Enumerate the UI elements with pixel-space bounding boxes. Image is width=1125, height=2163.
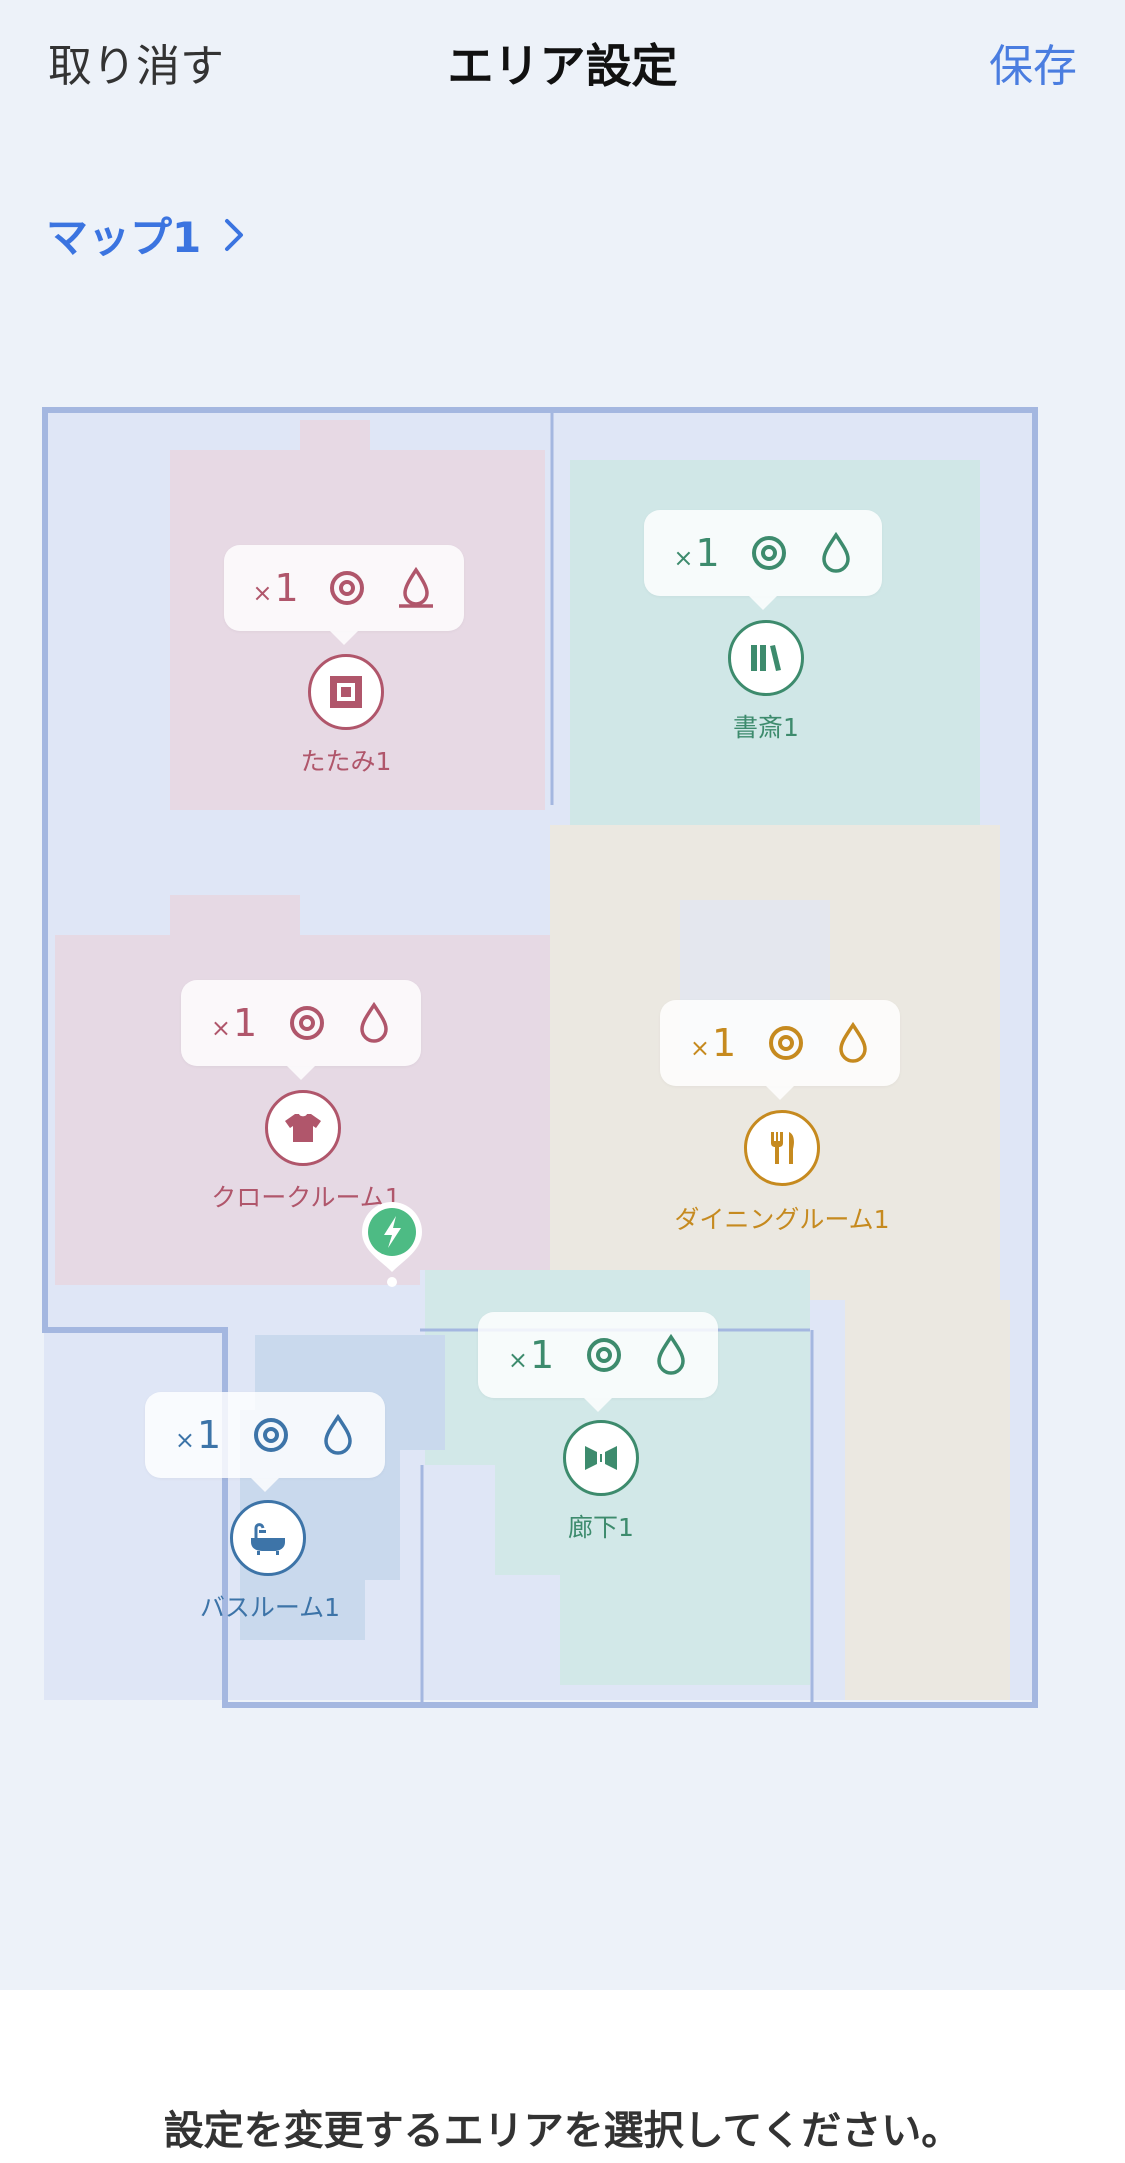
books-icon[interactable] (728, 620, 804, 696)
clean-count: ×1 (689, 1021, 737, 1065)
suction-icon (254, 1418, 289, 1452)
water-drop-icon (324, 1413, 352, 1455)
mop-water-icon (398, 566, 433, 608)
clean-count: ×1 (174, 1413, 222, 1457)
save-button[interactable]: 保存 (989, 30, 1077, 94)
charging-dock-icon (356, 1198, 428, 1294)
room-settings-bubble[interactable]: ×1 (224, 545, 464, 645)
tatami-icon[interactable] (308, 654, 384, 730)
instruction-text: 設定を変更するエリアを選択してください。 (163, 2108, 962, 2154)
cancel-button[interactable]: 取り消す (48, 30, 224, 94)
room-label: 廊下1 (568, 1513, 634, 1542)
corridor-icon[interactable] (563, 1420, 639, 1496)
room-settings-bubble[interactable]: ×1 (145, 1392, 385, 1492)
floor-map: ×1 たたみ1 ×1 書斎1 ×1 クロークルーム1 ×1 ダイニングルーム1 … (0, 380, 1125, 1720)
room-label: バスルーム1 (199, 1593, 341, 1622)
suction-icon (587, 1338, 622, 1372)
suction-icon (752, 536, 787, 570)
water-drop-icon (839, 1021, 867, 1063)
suction-icon (769, 1026, 804, 1060)
chevron-right-icon (225, 218, 244, 251)
suction-icon (330, 571, 365, 605)
room-settings-bubble[interactable]: ×1 (660, 1000, 900, 1100)
clean-count: ×1 (252, 566, 299, 610)
header-bar: 取り消す エリア設定 保存 (0, 0, 1125, 130)
cutlery-icon[interactable] (744, 1110, 820, 1186)
suction-icon (290, 1006, 325, 1040)
bathtub-icon[interactable] (230, 1500, 306, 1576)
room-settings-bubble[interactable]: ×1 (478, 1312, 718, 1412)
water-drop-icon (657, 1333, 685, 1375)
clean-count: ×1 (210, 1001, 258, 1045)
room-label: 書斎1 (733, 713, 799, 742)
shirt-icon[interactable] (265, 1090, 341, 1166)
water-drop-icon (821, 531, 850, 573)
room-label: ダイニングルーム1 (674, 1205, 890, 1234)
room-label: たたみ1 (300, 747, 392, 776)
map-selector-label: マップ1 (46, 213, 202, 262)
room-settings-bubble[interactable]: ×1 (644, 510, 882, 610)
map-selector[interactable]: マップ1 (46, 204, 245, 265)
water-drop-icon (360, 1001, 388, 1043)
clean-count: ×1 (507, 1333, 555, 1377)
clean-count: ×1 (673, 531, 720, 575)
room-settings-bubble[interactable]: ×1 (181, 980, 421, 1080)
